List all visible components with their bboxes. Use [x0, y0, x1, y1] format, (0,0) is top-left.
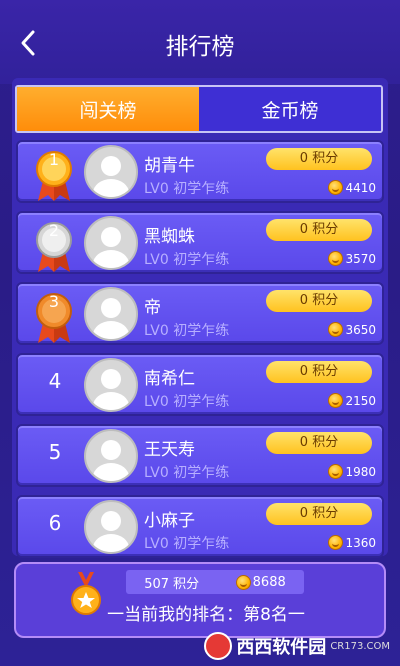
rank-number: 4	[48, 369, 62, 393]
site-logo-icon	[204, 632, 233, 660]
score-badge: 0 积分	[266, 432, 372, 454]
rank-row[interactable]: 4 南希仁 LV0 初学乍练 0 积分 2150	[16, 353, 384, 416]
rank-row[interactable]: 2 黑蜘蛛 LV0 初学乍练 0 积分 3570	[16, 211, 384, 274]
user-silhouette-icon	[93, 511, 129, 552]
player-name: 王天寿	[144, 440, 195, 460]
player-level: LV0 初学乍练	[144, 465, 230, 481]
avatar	[84, 429, 138, 483]
user-silhouette-icon	[93, 156, 129, 197]
player-level: LV0 初学乍练	[144, 181, 230, 197]
coin-value: 2150	[345, 393, 376, 408]
player-name: 胡青牛	[144, 156, 195, 176]
my-rank-panel: 507 积分 8688 一当前我的排名：第8名一	[14, 562, 386, 638]
coin-value: 4410	[345, 180, 376, 195]
watermark: 西西软件园 CR173.COM	[204, 632, 390, 660]
coin-value: 3650	[345, 322, 376, 337]
rank-number: 3	[48, 292, 60, 311]
coin-count: 3650	[328, 322, 376, 337]
player-name: 黑蜘蛛	[144, 227, 195, 247]
player-level: LV0 初学乍练	[144, 394, 230, 410]
avatar	[84, 216, 138, 270]
coin-icon	[328, 180, 344, 195]
rank-row[interactable]: 1 胡青牛 LV0 初学乍练 0 积分 4410	[16, 140, 384, 203]
rank-row[interactable]: 3 帝 LV0 初学乍练 0 积分 3650	[16, 282, 384, 345]
player-level: LV0 初学乍练	[144, 536, 230, 552]
coin-icon	[328, 251, 344, 266]
score-badge: 0 积分	[266, 148, 372, 170]
watermark-brand: 西西软件园	[236, 637, 327, 658]
score-badge: 0 积分	[266, 361, 372, 383]
user-silhouette-icon	[93, 298, 129, 339]
leaderboard-screen: 排行榜 闯关榜 金币榜 1 胡青牛 LV0 初学乍练 0 积分 4410 2 黑…	[0, 0, 400, 666]
coin-icon	[235, 574, 251, 590]
tab-coins[interactable]: 金币榜	[199, 87, 381, 131]
avatar	[84, 145, 138, 199]
player-name: 小麻子	[144, 511, 195, 531]
page-title: 排行榜	[165, 34, 235, 60]
user-silhouette-icon	[93, 440, 129, 481]
coin-count: 2150	[328, 393, 376, 408]
avatar	[84, 500, 138, 554]
rank-number: 2	[48, 221, 60, 240]
coin-count: 4410	[328, 180, 376, 195]
rank-row[interactable]: 5 王天寿 LV0 初学乍练 0 积分 1980	[16, 424, 384, 487]
my-stats: 507 积分 8688	[126, 570, 304, 594]
coin-icon	[328, 535, 344, 550]
watermark-site: CR173.COM	[330, 640, 390, 652]
coin-icon	[328, 393, 344, 408]
user-silhouette-icon	[93, 369, 129, 410]
avatar	[84, 358, 138, 412]
rank-row[interactable]: 6 小麻子 LV0 初学乍练 0 积分 1360	[16, 495, 384, 558]
player-level: LV0 初学乍练	[144, 323, 230, 339]
my-rank-text: 一当前我的排名：第8名一	[107, 605, 305, 625]
my-coins: 8688	[235, 574, 286, 590]
avatar	[84, 287, 138, 341]
coin-icon	[328, 322, 344, 337]
player-level: LV0 初学乍练	[144, 252, 230, 268]
my-score: 507 积分	[144, 576, 200, 592]
coin-value: 1980	[345, 464, 376, 479]
rank-number: 1	[48, 150, 60, 169]
coin-count: 1360	[328, 535, 376, 550]
coin-value: 1360	[345, 535, 376, 550]
rank-number: 5	[48, 440, 62, 464]
score-badge: 0 积分	[266, 290, 372, 312]
tab-levels[interactable]: 闯关榜	[17, 87, 199, 131]
header-bar: 排行榜	[0, 0, 400, 84]
tab-bar: 闯关榜 金币榜	[15, 85, 383, 133]
player-name: 南希仁	[144, 369, 195, 389]
score-badge: 0 积分	[266, 219, 372, 241]
coin-icon	[328, 464, 344, 479]
score-badge: 0 积分	[266, 503, 372, 525]
player-name: 帝	[144, 298, 161, 318]
coin-value: 3570	[345, 251, 376, 266]
user-silhouette-icon	[93, 227, 129, 268]
coin-count: 1980	[328, 464, 376, 479]
my-coins-value: 8688	[252, 574, 286, 590]
coin-count: 3570	[328, 251, 376, 266]
rank-number: 6	[48, 511, 62, 535]
